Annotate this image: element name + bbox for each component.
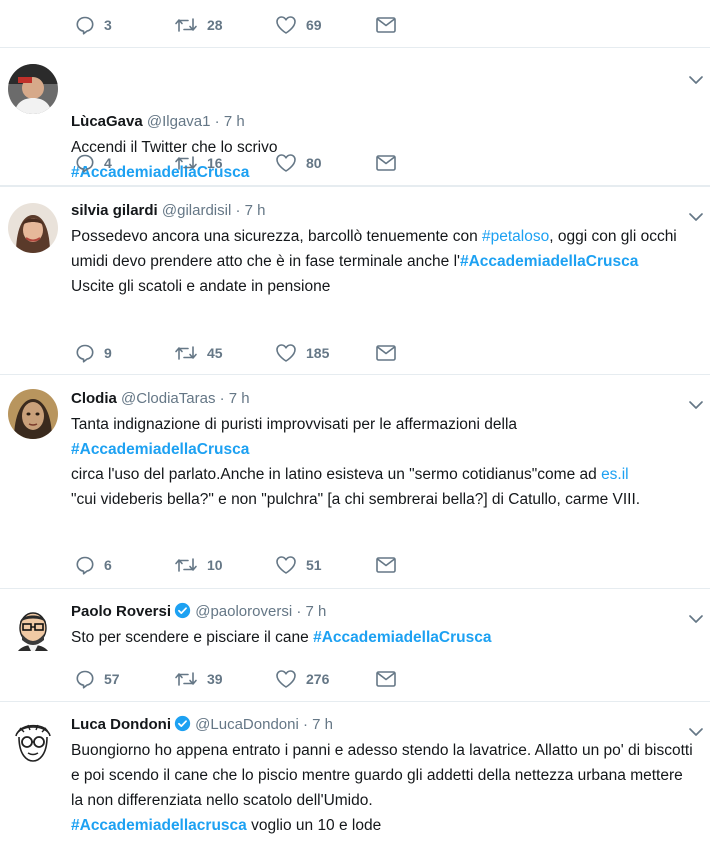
tweet-text: Buongiorno ho appena entrato i panni e a… xyxy=(71,738,698,838)
retweet-count: 45 xyxy=(207,345,223,361)
like-icon xyxy=(275,343,297,363)
message-icon xyxy=(375,669,397,689)
retweet-count: 16 xyxy=(207,155,223,171)
retweet-button[interactable]: 16 xyxy=(174,153,223,173)
tweet-text-span: Sto per scendere e pisciare il cane xyxy=(71,629,314,646)
retweet-icon xyxy=(174,343,198,363)
display-name[interactable]: Paolo Roversi xyxy=(71,603,171,620)
reply-icon xyxy=(75,343,95,363)
tweet[interactable]: Paolo Roversi @paoloroversi · 7 h Sto pe… xyxy=(0,589,710,702)
tweet-content: Luca Dondoni @LucaDondoni · 7 h Buongior… xyxy=(71,715,698,838)
timestamp[interactable]: 7 h xyxy=(245,202,266,219)
message-button[interactable] xyxy=(375,153,397,173)
verified-icon xyxy=(174,602,191,619)
hashtag-link[interactable]: #AccademiadellaCrusca xyxy=(460,253,638,270)
timestamp[interactable]: 7 h xyxy=(306,603,327,620)
retweet-icon xyxy=(174,153,198,173)
tweet-text-line: Tanta indignazione di puristi improvvisa… xyxy=(71,416,518,433)
tweet-text: Tanta indignazione di puristi improvvisa… xyxy=(71,412,698,512)
reply-icon xyxy=(75,669,95,689)
message-icon xyxy=(375,153,397,173)
retweet-count: 10 xyxy=(207,557,223,573)
reply-button[interactable]: 4 xyxy=(75,153,112,173)
tweet-text-span: Possedevo ancora una sicurezza, barcollò… xyxy=(71,228,482,245)
message-icon xyxy=(375,343,397,363)
like-button[interactable]: 80 xyxy=(275,153,322,173)
like-count: 276 xyxy=(306,671,330,687)
tweet-header: Paolo Roversi @paoloroversi · 7 h xyxy=(71,602,327,620)
avatar[interactable] xyxy=(8,389,58,439)
like-count: 185 xyxy=(306,345,330,361)
like-count: 51 xyxy=(306,557,322,573)
message-button[interactable] xyxy=(375,343,397,363)
retweet-icon xyxy=(174,555,198,575)
tweet-text-line: Uscite gli scatoli e andate in pensione xyxy=(71,278,331,295)
reply-icon xyxy=(75,153,95,173)
display-name[interactable]: Luca Dondoni xyxy=(71,716,171,733)
verified-icon xyxy=(174,715,191,732)
tweet-text-span: "cui videberis bella?" e non "pulchra" [… xyxy=(71,491,641,508)
retweet-button[interactable]: 39 xyxy=(174,669,223,689)
user-handle[interactable]: @paoloroversi xyxy=(195,603,292,620)
timestamp[interactable]: 7 h xyxy=(312,716,333,733)
message-button[interactable] xyxy=(375,669,397,689)
like-button[interactable]: 185 xyxy=(275,343,329,363)
timestamp[interactable]: 7 h xyxy=(229,390,250,407)
tweet-content: Paolo Roversi @paoloroversi · 7 h Sto pe… xyxy=(71,602,698,650)
hashtag-link[interactable]: #AccademiadellaCrusca xyxy=(71,441,249,458)
tweet[interactable]: Luca Dondoni @LucaDondoni · 7 h Buongior… xyxy=(0,702,710,846)
tweet[interactable]: silvia gilardi @gilardisil · 7 h Possede… xyxy=(0,186,710,375)
like-icon xyxy=(275,153,297,173)
display-name[interactable]: silvia gilardi xyxy=(71,202,158,219)
reply-count: 57 xyxy=(104,671,120,687)
reply-count: 9 xyxy=(104,345,112,361)
user-handle[interactable]: @ClodiaTaras xyxy=(121,390,215,407)
hashtag-link[interactable]: #AccademiadellaCrusca xyxy=(313,629,491,646)
hashtag-link[interactable]: #Accademiadellacrusca xyxy=(71,817,247,834)
like-count: 80 xyxy=(306,155,322,171)
like-button[interactable]: 276 xyxy=(275,669,329,689)
url-link[interactable]: es.il xyxy=(601,466,629,483)
tweet-text-span: voglio un 10 e lode xyxy=(246,817,382,834)
reply-button[interactable]: 57 xyxy=(75,669,120,689)
tweet-content: Clodia @ClodiaTaras · 7 h Tanta indignaz… xyxy=(71,389,698,512)
avatar[interactable] xyxy=(8,601,58,651)
reply-icon xyxy=(75,555,95,575)
retweet-count: 39 xyxy=(207,671,223,687)
tweet-content: silvia gilardi @gilardisil · 7 h Possede… xyxy=(71,201,698,299)
hashtag-link[interactable]: #petaloso xyxy=(482,228,549,245)
display-name[interactable]: Clodia xyxy=(71,390,117,407)
tweet-header: Clodia @ClodiaTaras · 7 h xyxy=(71,390,250,407)
like-button[interactable]: 51 xyxy=(275,555,322,575)
message-button[interactable] xyxy=(375,555,397,575)
like-icon xyxy=(275,555,297,575)
tweet-text-line: Buongiorno ho appena entrato i panni e a… xyxy=(71,742,693,809)
reply-button[interactable]: 9 xyxy=(75,343,112,363)
like-icon xyxy=(275,669,297,689)
tweet-header: silvia gilardi @gilardisil · 7 h xyxy=(71,202,266,219)
tweet-header: Luca Dondoni @LucaDondoni · 7 h xyxy=(71,715,334,733)
tweet-text: Sto per scendere e pisciare il cane #Acc… xyxy=(71,625,698,650)
tweet-text-span: circa l'uso del parlato.Anche in latino … xyxy=(71,466,602,483)
retweet-button[interactable]: 45 xyxy=(174,343,223,363)
tweet-text: Possedevo ancora una sicurezza, barcollò… xyxy=(71,224,698,299)
retweet-button[interactable]: 10 xyxy=(174,555,223,575)
reply-count: 6 xyxy=(104,557,112,573)
avatar[interactable] xyxy=(8,203,58,253)
reply-button[interactable]: 6 xyxy=(75,555,112,575)
user-handle[interactable]: @gilardisil xyxy=(162,202,231,219)
tweet[interactable]: Clodia @ClodiaTaras · 7 h Tanta indignaz… xyxy=(0,375,710,589)
avatar[interactable] xyxy=(8,716,58,766)
user-handle[interactable]: @LucaDondoni xyxy=(195,716,299,733)
message-icon xyxy=(375,555,397,575)
reply-count: 4 xyxy=(104,155,112,171)
retweet-icon xyxy=(174,669,198,689)
